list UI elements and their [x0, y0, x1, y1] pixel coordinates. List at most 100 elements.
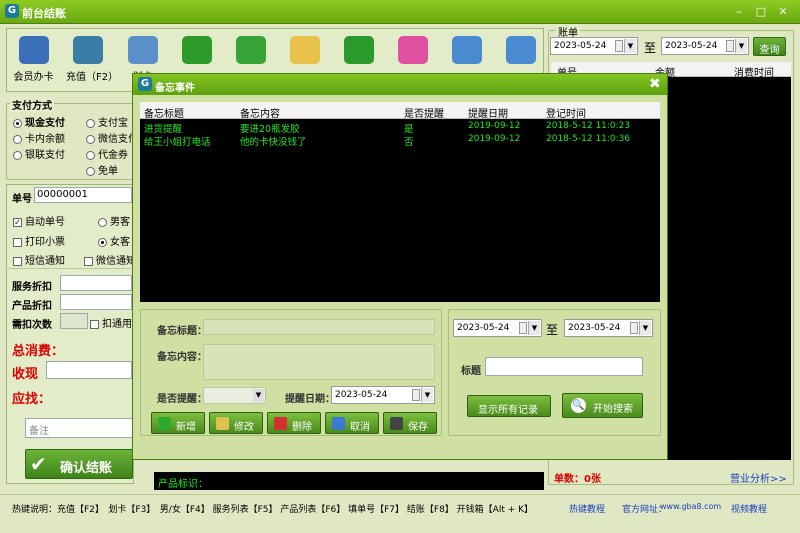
start-search-button[interactable]: 🔍 开始搜索	[562, 393, 643, 418]
delete-label: 删除	[292, 422, 312, 433]
maximize-icon[interactable]: □	[755, 6, 767, 18]
card-no-input[interactable]: 00000001	[34, 187, 132, 203]
memo-remind-select[interactable]: ▼	[203, 387, 266, 404]
minimize-icon[interactable]: –	[733, 6, 745, 18]
deduct-times-input[interactable]	[60, 313, 88, 329]
app-logo-icon: G	[5, 4, 19, 18]
calendar-dropdown-icon[interactable]: ▼	[421, 388, 433, 402]
payment-title: 支付方式	[10, 97, 54, 112]
delete-button[interactable]: 删除	[267, 412, 321, 434]
show-all-button[interactable]: 显示所有记录	[467, 395, 551, 417]
calendar-dropdown-icon[interactable]: ▼	[735, 39, 747, 53]
calendar-dropdown-icon[interactable]: ▼	[639, 321, 651, 335]
search-date-to[interactable]: 2023-05-24 ▼	[564, 319, 653, 337]
memo-list[interactable]: 备忘标题 备忘内容 是否提醒 提醒日期 登记时间 进货提醒 要进20瓶发胶是 2019-09…	[140, 102, 660, 302]
edit-button[interactable]: 修改	[209, 412, 263, 434]
memo-list-body: 进货提醒 要进20瓶发胶是 2019-09-12 2018-5-12 11:0:23 给…	[140, 119, 660, 148]
search-date-to-value: 2023-05-24	[568, 323, 621, 333]
total-label: 总消费：	[12, 344, 65, 359]
memo-col-header[interactable]: 是否提醒	[404, 105, 444, 120]
confirm-checkout-label: 确认结账	[60, 461, 113, 476]
payment-option[interactable]: 支付宝	[86, 114, 128, 129]
memo-col-header[interactable]: 备忘标题	[144, 105, 184, 120]
bill-date-from-value: 2023-05-24	[554, 41, 607, 51]
memo-col-header[interactable]: 登记时间	[546, 105, 586, 120]
cancel-button[interactable]: 取消	[325, 412, 379, 434]
remark-input[interactable]: 备注	[25, 418, 133, 438]
table-cell: 2019-09-12	[468, 134, 521, 144]
analysis-link[interactable]: 营业分析>>	[730, 470, 787, 485]
phone-icon	[343, 36, 374, 64]
memo-remind-label: 是否提醒：	[157, 394, 207, 405]
bill-date-from[interactable]: 2023-05-24 ▼	[550, 37, 638, 55]
table-row[interactable]: 进货提醒 要进20瓶发胶是 2019-09-12 2018-5-12 11:0:23	[140, 119, 660, 135]
calendar-dropdown-icon[interactable]: ▼	[528, 321, 540, 335]
payment-option[interactable]: 代金券	[86, 146, 128, 161]
memo-title-input[interactable]	[203, 319, 435, 335]
video-tutorial-link[interactable]: 视频教程	[731, 502, 767, 515]
left-panel	[6, 184, 134, 484]
hotkey-hint: 热键说明：充值【F2】 划卡【F3】 男/女【F4】 服务列表【F5】 产品列表…	[12, 505, 534, 515]
product-discount-label: 产品折扣	[12, 301, 52, 312]
search-title-input[interactable]	[485, 357, 643, 376]
payment-option[interactable]: 微信支付	[86, 130, 138, 145]
print-ticket-checkbox[interactable]: 打印小票	[13, 233, 65, 248]
save-button[interactable]: 保存	[383, 412, 437, 434]
memo-col-header[interactable]: 提醒日期	[468, 105, 508, 120]
memo-dialog-title: 备忘事件	[155, 83, 195, 94]
wechat-checkbox[interactable]: 微信通知	[84, 252, 136, 267]
calendar-dropdown-icon[interactable]: ▼	[624, 39, 636, 53]
product-discount-input[interactable]	[60, 294, 132, 310]
bill-count: 单数：0张	[554, 474, 601, 485]
show-all-label: 显示所有记录	[478, 405, 538, 416]
chevron-down-icon[interactable]: ▼	[253, 389, 264, 402]
table-cell: 给王小姐打电话	[144, 137, 211, 148]
memo-content-textarea[interactable]	[203, 344, 435, 380]
payment-option[interactable]: 银联支付	[13, 146, 65, 161]
service-discount-input[interactable]	[60, 275, 132, 291]
memo-dialog: G 备忘事件 ✖ 备忘标题 备忘内容 是否提醒 提醒日期 登记时间 进货提醒 要进20瓶发…	[132, 73, 668, 460]
receive-input[interactable]	[46, 361, 132, 379]
female-radio[interactable]: 女客	[98, 233, 130, 248]
deduct-general-checkbox[interactable]: 扣通用	[90, 315, 132, 330]
table-row[interactable]: 给王小姐打电话 他的卡快没钱了 否 2019-09-12 2018-5-12 11:0:…	[140, 132, 660, 148]
toolbar-button-0[interactable]: 会员办卡	[12, 36, 55, 88]
search-date-from[interactable]: 2023-05-24 ▼	[453, 319, 542, 337]
memo-remind-date[interactable]: 2023-05-24 ▼	[331, 386, 435, 404]
search-icon: 🔍	[571, 398, 586, 413]
cancel-label: 取消	[350, 422, 370, 433]
divider	[6, 268, 134, 269]
payment-option[interactable]: 现金支付	[13, 114, 65, 129]
service-discount-label: 服务折扣	[12, 282, 52, 293]
payment-option[interactable]: 卡内余额	[13, 130, 65, 145]
site-link[interactable]: www.gba8.com	[660, 502, 721, 511]
auto-no-label: 自动单号	[25, 217, 65, 228]
search-to-label: 至	[546, 323, 559, 337]
wechat-label: 微信通知	[96, 256, 136, 267]
gift-icon	[397, 36, 428, 64]
close-icon[interactable]: ✕	[777, 6, 789, 18]
auto-no-checkbox[interactable]: ✓ 自动单号	[13, 213, 65, 228]
pencil-icon	[216, 417, 229, 430]
payment-option[interactable]: 免单	[86, 162, 118, 177]
add-button[interactable]: 新增	[151, 412, 205, 434]
col-bill-time[interactable]: 消费时间	[734, 64, 774, 79]
table-cell: 2019-09-12	[468, 121, 521, 131]
start-search-label: 开始搜索	[593, 404, 633, 415]
bill-date-to[interactable]: 2023-05-24 ▼	[661, 37, 749, 55]
hotkey-tutorial-link[interactable]: 热键教程	[569, 502, 605, 515]
radio-icon	[13, 134, 22, 144]
memo-remind-date-label: 提醒日期：	[285, 394, 335, 405]
bill-to-label: 至	[644, 41, 657, 55]
close-icon[interactable]: ✖	[649, 76, 661, 92]
bill-date-to-value: 2023-05-24	[665, 41, 718, 51]
payment-option-label: 免单	[98, 166, 118, 177]
radio-icon	[86, 118, 95, 128]
memo-col-header[interactable]: 备忘内容	[240, 105, 280, 120]
male-radio[interactable]: 男客	[98, 213, 130, 228]
sms-checkbox[interactable]: 短信通知	[13, 252, 65, 267]
confirm-checkout-button[interactable]: ✔ 确认结账	[25, 449, 133, 479]
toolbar-button-label: 充值（F2）	[66, 72, 119, 83]
toolbar-button-1[interactable]: 充值（F2）	[66, 36, 119, 88]
query-button[interactable]: 查询	[753, 37, 786, 56]
